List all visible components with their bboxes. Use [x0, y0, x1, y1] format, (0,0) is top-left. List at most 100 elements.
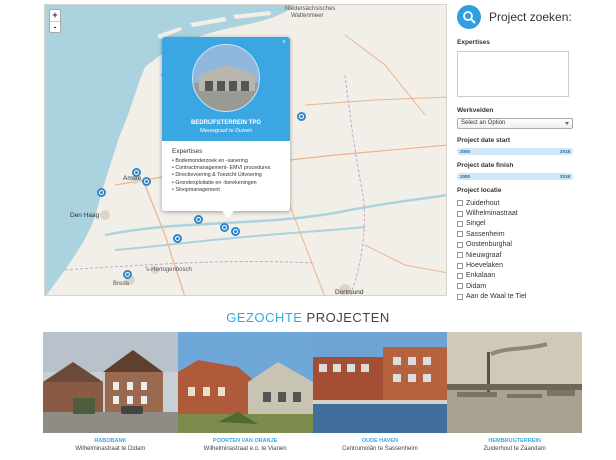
checkbox[interactable]: [457, 283, 463, 290]
list-item: • Grondexploitatie en -berekeningen: [172, 179, 257, 186]
locatie-option[interactable]: Nieuwgraaf: [457, 250, 607, 260]
popup-body: Expertises • Bodemonderzoek en -sanering…: [162, 141, 290, 201]
popup-header: × BEDRIJFSTERREIN TPG Nieuwgraaf te Duiv…: [162, 37, 290, 141]
locatie-option[interactable]: Sassenheim: [457, 229, 607, 239]
project-photo: [447, 332, 582, 433]
locatie-option[interactable]: Didam: [457, 281, 607, 291]
locatie-option[interactable]: Hoevelaken: [457, 260, 607, 270]
list-item: • Directievoering & Toezicht Uitvoering: [172, 172, 262, 179]
werkvelden-select[interactable]: Select an Option: [457, 118, 573, 129]
close-icon[interactable]: ×: [282, 39, 286, 46]
section-title-highlight: GEZOCHTE: [226, 310, 303, 325]
date-start-max[interactable]: 2018: [558, 148, 572, 155]
map-label-wattenmeer: Wattenmeer: [291, 13, 324, 19]
project-title[interactable]: POORTEN VAN ORANJE: [178, 438, 313, 444]
date-start-min[interactable]: 2000: [458, 148, 472, 155]
project-title[interactable]: RABOBANK: [43, 438, 178, 444]
project-subtitle: Centrumolân te Sassenheim: [342, 446, 418, 452]
checkbox[interactable]: [457, 293, 463, 300]
checkbox[interactable]: [457, 220, 463, 227]
list-item: • Sloopmanagement: [172, 186, 220, 193]
map-marker[interactable]: [142, 177, 151, 186]
checkbox[interactable]: [457, 200, 463, 207]
werkvelden-label: Werkvelden: [457, 107, 494, 114]
project-subtitle: Zuiderhout te Zaandam: [483, 446, 546, 452]
popup-expertise-list: • Bodemonderzoek en -sanering • Contract…: [172, 158, 280, 194]
checkbox[interactable]: [457, 272, 463, 279]
project-photo: [312, 332, 448, 433]
project-photo: [177, 332, 313, 433]
date-finish-min[interactable]: 2000: [458, 173, 472, 180]
date-finish-slider[interactable]: 2000 2018: [457, 173, 573, 180]
map-label-breda: Breda: [113, 281, 130, 287]
checkbox[interactable]: [457, 210, 463, 217]
section-title-rest: PROJECTEN: [302, 310, 390, 325]
checkbox[interactable]: [457, 231, 463, 238]
map-label-dortmund: Dortmund: [335, 289, 364, 296]
project-title[interactable]: HEMBRUGTERREIN: [447, 438, 582, 444]
project-subtitle: Wilhelminastraat te Didam: [75, 446, 146, 452]
project-card[interactable]: HEMBRUGTERREIN Zuiderhout te Zaandam: [447, 332, 582, 460]
checkbox[interactable]: [457, 252, 463, 259]
map-label-s-hertogenbosch: 's-Hertogenbosch: [145, 267, 192, 273]
locatie-option[interactable]: Oostenburghal: [457, 240, 607, 250]
zoom-out-button[interactable]: -: [50, 21, 60, 32]
locatie-label-text: Wilhelminastraat: [466, 210, 518, 218]
popup-subtitle: Nieuwgraaf te Duiven: [199, 128, 253, 134]
search-sidebar: Project zoeken: Expertises Werkvelden Se…: [457, 4, 607, 300]
date-finish-max[interactable]: 2018: [558, 173, 572, 180]
project-card[interactable]: POORTEN VAN ORANJE Wilhelminastraat e.o.…: [177, 332, 313, 460]
map-marker[interactable]: [220, 223, 229, 232]
project-grid: RABOBANK Wilhelminastraat te Didam POORT…: [43, 332, 582, 460]
map-marker[interactable]: [194, 215, 203, 224]
map-marker[interactable]: [297, 112, 306, 121]
date-finish-label: Project date finish: [457, 162, 514, 169]
locatie-label-text: Oostenburghal: [466, 241, 512, 249]
map-marker[interactable]: [173, 234, 182, 243]
locatie-option[interactable]: Aan de Waal te Tiel: [457, 292, 607, 302]
checkbox[interactable]: [457, 262, 463, 269]
checkbox[interactable]: [457, 241, 463, 248]
locatie-label-text: Enkalaan: [466, 272, 496, 280]
list-item: • Bodemonderzoek en -sanering: [172, 158, 248, 164]
map-marker[interactable]: [123, 270, 132, 279]
zoom-in-button[interactable]: +: [50, 10, 60, 21]
locatie-label-text: Aan de Waal te Tiel: [466, 293, 527, 301]
popup-section-title: Expertises: [172, 148, 203, 155]
section-title: GEZOCHTE PROJECTEN: [0, 310, 616, 325]
popup-pointer: [222, 211, 234, 218]
locatie-label: Project locatie: [457, 187, 502, 194]
locatie-option[interactable]: Singel: [457, 219, 607, 229]
search-header: Project zoeken:: [457, 4, 607, 30]
warehouse-photo: [193, 45, 259, 111]
project-card[interactable]: OUDE HAVEN Centrumolân te Sassenheim: [312, 332, 448, 460]
locatie-option[interactable]: Zuiderhout: [457, 198, 607, 208]
popup-image: [192, 44, 260, 112]
list-item: • Contractmanagement- EMVI procedures: [172, 165, 271, 172]
locatie-checklist: Zuiderhout Wilhelminastraat Singel Sasse…: [457, 198, 607, 302]
project-title[interactable]: OUDE HAVEN: [313, 438, 448, 444]
locatie-option[interactable]: Enkalaan: [457, 271, 607, 281]
popup-title: BEDRIJFSTERREIN TPG: [190, 120, 261, 126]
map-label-niedersachsisches: Niedersächsisches: [285, 6, 336, 12]
project-card[interactable]: RABOBANK Wilhelminastraat te Didam: [43, 332, 178, 460]
search-icon: [457, 5, 481, 29]
page: + - Niedersächsisches Wattenmeer Amste D…: [0, 0, 616, 460]
expertises-field[interactable]: [457, 51, 569, 97]
project-subtitle: Wilhelminastraat e.o. te Vianen: [203, 446, 287, 452]
locatie-label-text: Sassenheim: [466, 230, 505, 238]
expertises-label: Expertises: [457, 39, 490, 46]
map-label-den-haag: Den Haag: [70, 212, 100, 219]
map-marker[interactable]: [231, 227, 240, 236]
locatie-label-text: Hoevelaken: [466, 262, 503, 270]
locatie-label-text: Didam: [466, 282, 487, 290]
project-popup: × BEDRIJFSTERREIN TPG Nieuwgraaf te Duiv…: [162, 37, 290, 211]
date-start-label: Project date start: [457, 137, 511, 144]
locatie-label-text: Zuiderhout: [466, 199, 500, 207]
locatie-option[interactable]: Wilhelminastraat: [457, 208, 607, 218]
zoom-control: + -: [49, 9, 61, 33]
date-start-slider[interactable]: 2000 2018: [457, 148, 573, 155]
map-marker[interactable]: [97, 188, 106, 197]
search-title: Project zoeken:: [489, 10, 572, 24]
map-marker[interactable]: [132, 168, 141, 177]
